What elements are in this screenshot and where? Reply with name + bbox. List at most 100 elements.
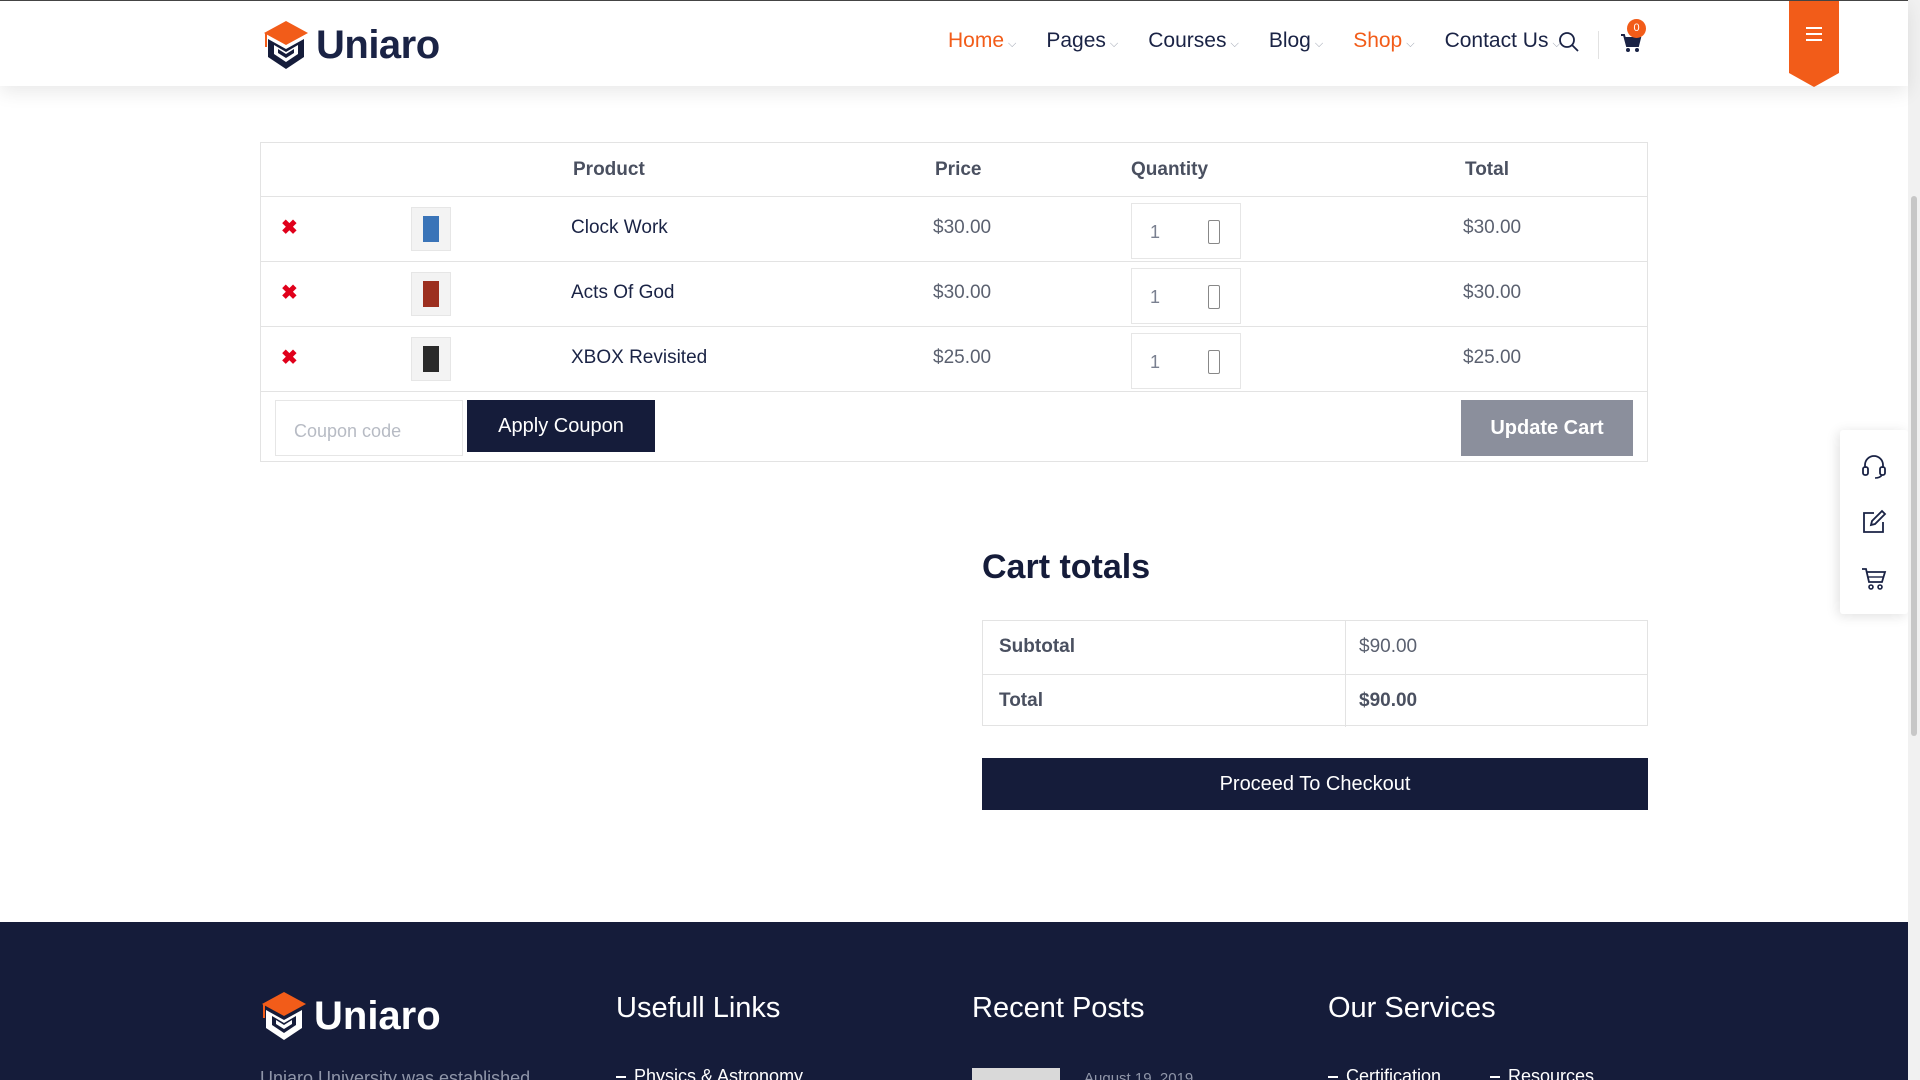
product-price: $30.00 — [933, 217, 992, 238]
cart-table-header: Product Price Quantity Total — [261, 143, 1647, 197]
quantity-stepper[interactable]: 1 — [1131, 268, 1241, 324]
product-thumbnail[interactable] — [411, 207, 451, 251]
cart-actions: Coupon code Apply Coupon Update Cart — [261, 392, 1647, 462]
total-row: Total $90.00 — [983, 674, 1647, 727]
cart-totals-heading: Cart totals — [982, 548, 1151, 586]
dash-icon — [616, 1076, 626, 1079]
headset-icon[interactable] — [1860, 452, 1888, 480]
edit-icon[interactable] — [1860, 508, 1888, 536]
floating-side-widget — [1840, 430, 1908, 614]
footer-link-label: Certification — [1346, 1066, 1442, 1080]
footer-about-text: Uniaro University was established — [260, 1068, 531, 1080]
spinner-arrows-icon[interactable] — [1208, 220, 1220, 244]
proceed-to-checkout-button[interactable]: Proceed To Checkout — [982, 758, 1648, 810]
product-name-link[interactable]: XBOX Revisited — [571, 347, 707, 369]
scrollbar-thumb[interactable] — [1911, 196, 1917, 736]
hamburger-menu-icon — [1789, 1, 1839, 87]
footer-service-link[interactable]: Resources — [1490, 1066, 1594, 1080]
subtotal-label: Subtotal — [999, 636, 1075, 657]
footer-heading-our-services: Our Services — [1328, 992, 1496, 1024]
column-header-quantity: Quantity — [1131, 159, 1209, 180]
coupon-code-input[interactable]: Coupon code — [275, 400, 463, 456]
footer-heading-useful-links: Usefull Links — [616, 992, 781, 1024]
graduation-cap-logo-icon — [264, 21, 308, 69]
quantity-stepper[interactable]: 1 — [1131, 203, 1241, 259]
table-row: ✖ Acts Of God $30.00 1 $30.00 — [261, 262, 1647, 327]
quantity-value: 1 — [1150, 287, 1161, 307]
nav-item-contact-us[interactable]: Contact Us ⌵ — [1445, 29, 1561, 53]
nav-label: Blog — [1268, 29, 1311, 52]
footer-service-link[interactable]: Certification — [1328, 1066, 1441, 1080]
site-footer: Uniaro Uniaro University was established… — [0, 922, 1908, 1080]
line-total: $25.00 — [1463, 347, 1522, 368]
main-nav: Home ⌵ Pages ⌵ Courses ⌵ Blog ⌵ Shop ⌵ Contac… — [948, 29, 1591, 53]
footer-brand-name: Uniaro — [314, 993, 441, 1038]
nav-label: Shop — [1353, 29, 1403, 52]
quantity-stepper[interactable]: 1 — [1131, 333, 1241, 389]
quantity-value: 1 — [1150, 352, 1161, 372]
product-price: $25.00 — [933, 347, 992, 368]
product-price: $30.00 — [933, 282, 992, 303]
footer-link-label: Resources — [1508, 1066, 1595, 1080]
apply-coupon-button[interactable]: Apply Coupon — [467, 400, 655, 452]
table-row: ✖ XBOX Revisited $25.00 1 $25.00 — [261, 327, 1647, 392]
column-header-total: Total — [1465, 159, 1509, 180]
dash-icon — [1328, 1076, 1338, 1079]
remove-item-icon[interactable]: ✖ — [281, 215, 298, 240]
cell-divider — [1345, 621, 1346, 674]
cart-totals-table: Subtotal $90.00 Total $90.00 — [982, 620, 1648, 727]
footer-heading-recent-posts: Recent Posts — [972, 992, 1145, 1024]
cell-divider — [1345, 675, 1346, 727]
remove-item-icon[interactable]: ✖ — [281, 345, 298, 370]
menu-toggle-button[interactable] — [1789, 1, 1839, 87]
total-value: $90.00 — [1359, 690, 1418, 711]
cart-table: Product Price Quantity Total ✖ Clock Wor… — [260, 142, 1648, 462]
chevron-down-icon: ⌵ — [1314, 37, 1324, 50]
nav-item-courses[interactable]: Courses ⌵ — [1148, 29, 1239, 53]
product-thumbnail[interactable] — [411, 272, 451, 316]
nav-item-shop[interactable]: Shop ⌵ — [1353, 29, 1414, 53]
table-row: ✖ Clock Work $30.00 1 $30.00 — [261, 197, 1647, 262]
cart-icon[interactable] — [1860, 564, 1888, 592]
line-total: $30.00 — [1463, 282, 1522, 303]
product-name-link[interactable]: Clock Work — [571, 217, 668, 239]
total-label: Total — [999, 690, 1043, 711]
book-cover — [423, 346, 439, 372]
subtotal-row: Subtotal $90.00 — [983, 621, 1647, 674]
nav-label: Courses — [1148, 29, 1227, 52]
column-header-price: Price — [935, 159, 982, 180]
product-name-link[interactable]: Acts Of God — [571, 282, 674, 304]
nav-label: Home — [948, 29, 1005, 52]
footer-link-label: Physics & Astronomy — [634, 1066, 804, 1080]
nav-item-pages[interactable]: Pages ⌵ — [1046, 29, 1118, 53]
remove-item-icon[interactable]: ✖ — [281, 280, 298, 305]
footer-logo[interactable]: Uniaro — [260, 990, 441, 1042]
column-header-product: Product — [573, 159, 645, 180]
site-header: Uniaro Home ⌵ Pages ⌵ Courses ⌵ Blog ⌵ Shop ⌵… — [0, 0, 1908, 87]
nav-label: Contact Us — [1444, 29, 1549, 52]
header-divider — [1598, 31, 1599, 59]
recent-post-date: August 19, 2019 — [1084, 1070, 1194, 1080]
graduation-cap-logo-icon — [262, 992, 306, 1040]
search-icon[interactable] — [1558, 31, 1580, 58]
nav-item-home[interactable]: Home ⌵ — [948, 29, 1016, 53]
spinner-arrows-icon[interactable] — [1208, 285, 1220, 309]
spinner-arrows-icon[interactable] — [1208, 350, 1220, 374]
dash-icon — [1490, 1076, 1500, 1079]
chevron-down-icon: ⌵ — [1230, 37, 1239, 50]
chevron-down-icon: ⌵ — [1406, 37, 1415, 50]
recent-post-thumbnail[interactable] — [972, 1068, 1060, 1080]
product-thumbnail[interactable] — [411, 337, 451, 381]
brand-name: Uniaro — [316, 22, 440, 67]
update-cart-button[interactable]: Update Cart — [1461, 400, 1633, 456]
nav-item-blog[interactable]: Blog ⌵ — [1269, 29, 1323, 53]
nav-label: Pages — [1046, 29, 1106, 52]
book-cover — [423, 281, 439, 307]
site-logo[interactable]: Uniaro — [262, 19, 440, 71]
page-scrollbar[interactable] — [1908, 0, 1920, 1080]
line-total: $30.00 — [1463, 217, 1522, 238]
chevron-down-icon: ⌵ — [1008, 37, 1017, 50]
footer-link[interactable]: Physics & Astronomy — [616, 1066, 803, 1080]
cart-count-badge: 0 — [1627, 19, 1646, 38]
chevron-down-icon: ⌵ — [1109, 37, 1119, 50]
